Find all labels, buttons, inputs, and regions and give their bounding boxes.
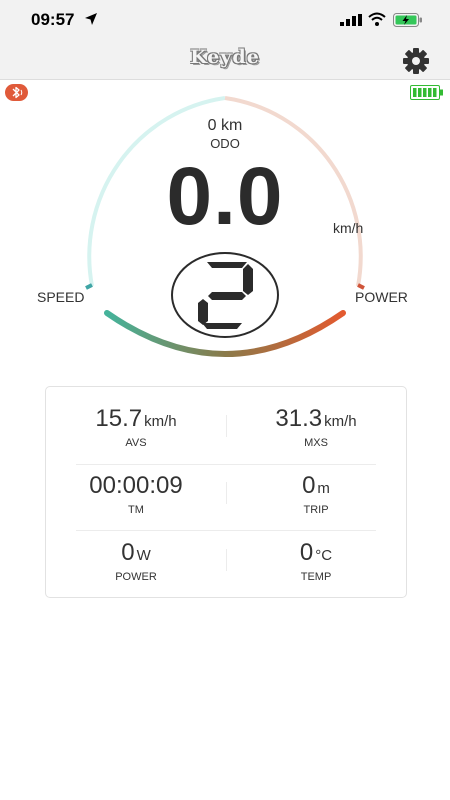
temp-label: TEMP <box>300 571 332 583</box>
odometer-label: ODO <box>210 136 240 151</box>
stats-divider <box>76 464 376 465</box>
cellular-signal-icon <box>340 14 362 26</box>
speed-label: SPEED <box>37 289 85 305</box>
stat-power: 0W POWER <box>46 539 226 583</box>
power-arc-tick <box>357 283 365 290</box>
speed-readout: 0.0 <box>166 151 284 242</box>
trip-value: 0 <box>302 472 316 499</box>
mxs-label: MXS <box>304 437 328 449</box>
stats-divider <box>226 415 227 437</box>
settings-gear-icon[interactable] <box>401 46 431 76</box>
avs-label: AVS <box>125 437 147 449</box>
power-label: POWER <box>355 289 408 305</box>
stat-trip: 0m TRIP <box>226 472 406 516</box>
location-arrow-icon <box>85 13 97 25</box>
stats-divider <box>226 549 227 571</box>
speed-arc-tick <box>85 283 93 290</box>
mxs-unit: km/h <box>324 413 357 430</box>
avs-value: 15.7 <box>95 405 143 432</box>
power-stat-label: POWER <box>115 571 157 583</box>
nav-bar: Keyde <box>0 40 450 80</box>
power-unit: W <box>136 547 151 564</box>
stat-average-speed: 15.7 km/h AVS <box>46 405 226 449</box>
avs-unit: km/h <box>144 413 177 430</box>
assist-level-badge[interactable]: 2 <box>171 252 279 338</box>
stats-divider <box>226 482 227 504</box>
stats-divider <box>76 530 376 531</box>
trip-label: TRIP <box>303 504 329 516</box>
temp-unit: °C <box>315 547 333 564</box>
trip-unit: m <box>317 480 330 497</box>
status-time: 09:57 <box>31 10 75 29</box>
power-value: 0 <box>121 539 135 566</box>
wifi-icon <box>368 12 386 26</box>
phone-battery-charging-icon <box>393 13 422 27</box>
odometer-value: 0 km <box>207 117 243 134</box>
tm-value: 00:00:09 <box>89 472 183 499</box>
mxs-value: 31.3 <box>275 405 323 432</box>
stat-max-speed: 31.3 km/h MXS <box>226 405 406 449</box>
tm-label: TM <box>128 504 144 516</box>
stat-ride-time: 00:00:09 TM <box>46 472 226 516</box>
ride-stats-card: 15.7 km/h AVS 31.3 km/h MXS 00:00:09 TM 0m… <box>45 386 407 598</box>
status-bar: 09:57 <box>0 0 450 40</box>
stat-temperature: 0 °C TEMP <box>226 539 406 583</box>
speed-unit: km/h <box>333 220 364 236</box>
temp-value: 0 <box>299 539 314 566</box>
app-title: Keyde <box>190 46 260 68</box>
